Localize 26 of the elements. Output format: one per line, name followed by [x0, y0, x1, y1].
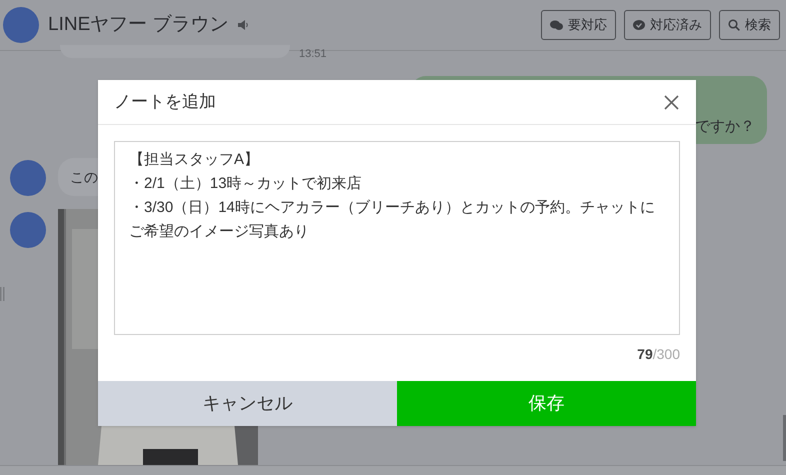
- chat-bubbles-icon: [550, 20, 563, 30]
- cancel-button[interactable]: キャンセル: [98, 381, 397, 426]
- handle-icon: [0, 287, 6, 301]
- avatar: [3, 7, 39, 43]
- status-button[interactable]: 対応済み: [624, 10, 711, 40]
- avatar: [10, 160, 46, 196]
- close-button[interactable]: [662, 93, 680, 111]
- note-line: ・3/30（日）14時にヘアカラー（ブリーチあり）とカットの予約。チャットにご希望のイメージ写真あり: [129, 198, 656, 242]
- speaker-icon: [236, 19, 249, 31]
- chat-name: LINEヤフー ブラウン: [48, 12, 229, 37]
- status-button[interactable]: 要対応: [541, 10, 616, 40]
- avatar: [10, 212, 46, 248]
- scrollbar: [783, 415, 786, 461]
- search-button[interactable]: 検索: [719, 10, 780, 40]
- save-button[interactable]: 保存: [397, 381, 696, 426]
- character-count: 79/300: [637, 345, 680, 364]
- check-bubble-icon: [633, 20, 645, 30]
- close-icon: [664, 94, 678, 110]
- message-text: ですか？: [695, 116, 755, 136]
- dialog-title: ノートを追加: [114, 91, 216, 114]
- message-time: 13:51: [299, 47, 327, 62]
- note-line: 【担当スタッフA】: [129, 150, 260, 170]
- note-field[interactable]: 【担当スタッフA】 ・2/1（土）13時～カットで初来店 ・3/30（日）14時にヘアカラー（ブリーチあり）とカットの予約。チャットにご希望のイメージ写真あり: [114, 141, 680, 335]
- message-text: この: [70, 168, 98, 186]
- note-line: ・2/1（土）13時～カットで初来店: [129, 174, 362, 194]
- search-icon: [728, 19, 740, 31]
